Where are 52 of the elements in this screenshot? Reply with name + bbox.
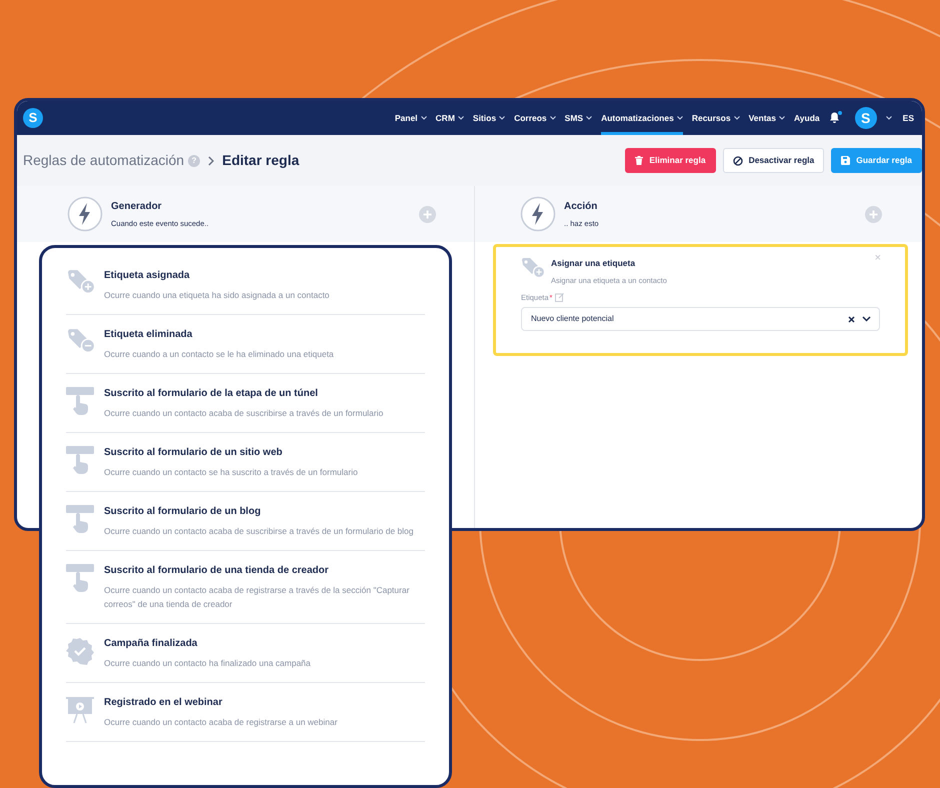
trigger-title[interactable]: Etiqueta eliminada	[104, 327, 344, 342]
trigger-description: Ocurre cuando a un contacto se le ha eliminado una etiqueta	[104, 348, 335, 361]
card-title: Asignar una etiqueta	[551, 257, 636, 270]
trigger-title[interactable]: Suscrito al formulario de una tienda de creador	[104, 563, 425, 578]
block-icon	[732, 156, 743, 166]
section-title: Generador	[111, 200, 163, 214]
nav-menu-item[interactable]: Ventas	[748, 101, 785, 135]
caret-icon	[886, 116, 892, 120]
trigger-title[interactable]: Suscrito al formulario de la etapa de un túnel	[104, 386, 394, 401]
delete-rule-button[interactable]: Eliminar regla	[625, 148, 716, 173]
nav-menu-item[interactable]: Correos	[514, 101, 556, 135]
check-badge-icon	[66, 637, 94, 665]
form-pointer-icon	[66, 564, 96, 592]
chevron-right-icon	[208, 156, 214, 166]
page-title: Editar regla	[222, 151, 300, 170]
nav-menu-item[interactable]: Panel	[394, 101, 427, 135]
tag-minus-icon	[66, 328, 96, 354]
bell-icon[interactable]	[828, 112, 840, 124]
form-pointer-icon	[66, 387, 96, 415]
clear-icon[interactable]	[848, 316, 855, 323]
form-pointer-icon	[66, 505, 96, 533]
trigger-description: Ocurre cuando un contacto ha finalizado una campaña	[104, 657, 312, 670]
trigger-description: Ocurre cuando un contacto acaba de suscribirse a través de un formulario de blog	[104, 525, 414, 538]
nav-menu-item[interactable]: Ayuda	[794, 101, 820, 135]
chevron-down-icon[interactable]	[862, 316, 871, 322]
lightning-bolt-icon	[67, 196, 103, 232]
trash-icon	[635, 156, 644, 165]
language-selector[interactable]: ES	[902, 112, 914, 124]
form-pointer-icon	[66, 446, 96, 474]
trigger-description: Ocurre cuando un contacto se ha suscrito a través de un formulario	[104, 466, 359, 479]
trigger-description: Ocurre cuando un contacto acaba de registrarse a través de la sección "Capturar correos" de una tienda de creador	[104, 584, 410, 611]
trigger-title[interactable]: Registrado en el webinar	[104, 695, 348, 710]
nav-menu-item[interactable]: CRM	[436, 101, 464, 135]
deactivate-rule-button[interactable]: Desactivar regla	[722, 148, 824, 173]
tag-plus-icon	[521, 257, 545, 279]
trigger-description: Ocurre cuando una etiqueta ha sido asignada a un contacto	[104, 289, 330, 302]
trigger-title[interactable]: Suscrito al formulario de un blog	[104, 504, 424, 519]
breadcrumb-link[interactable]: Reglas de automatización	[23, 150, 184, 171]
section-title: Acción	[564, 200, 598, 214]
save-icon	[841, 156, 850, 165]
trigger-description: Ocurre cuando un contacto acaba de suscribirse a través de un formulario	[104, 407, 384, 420]
trigger-title[interactable]: Campaña finalizada	[104, 636, 320, 651]
tag-select[interactable]: Nuevo cliente potencial	[521, 307, 880, 332]
presentation-screen-icon	[66, 696, 94, 724]
nav-menu-item[interactable]: SMS	[564, 101, 592, 135]
tag-plus-icon	[66, 269, 96, 295]
nav-menu-item[interactable]: Recursos	[692, 101, 740, 135]
trigger-title[interactable]: Suscrito al formulario de un sitio web	[104, 445, 368, 460]
lightning-bolt-icon	[520, 196, 556, 232]
nav-menu-item[interactable]: Sitios	[472, 101, 506, 135]
trigger-description: Ocurre cuando un contacto acaba de registrarse a un webinar	[104, 716, 338, 729]
trigger-title[interactable]: Etiqueta asignada	[104, 268, 340, 283]
